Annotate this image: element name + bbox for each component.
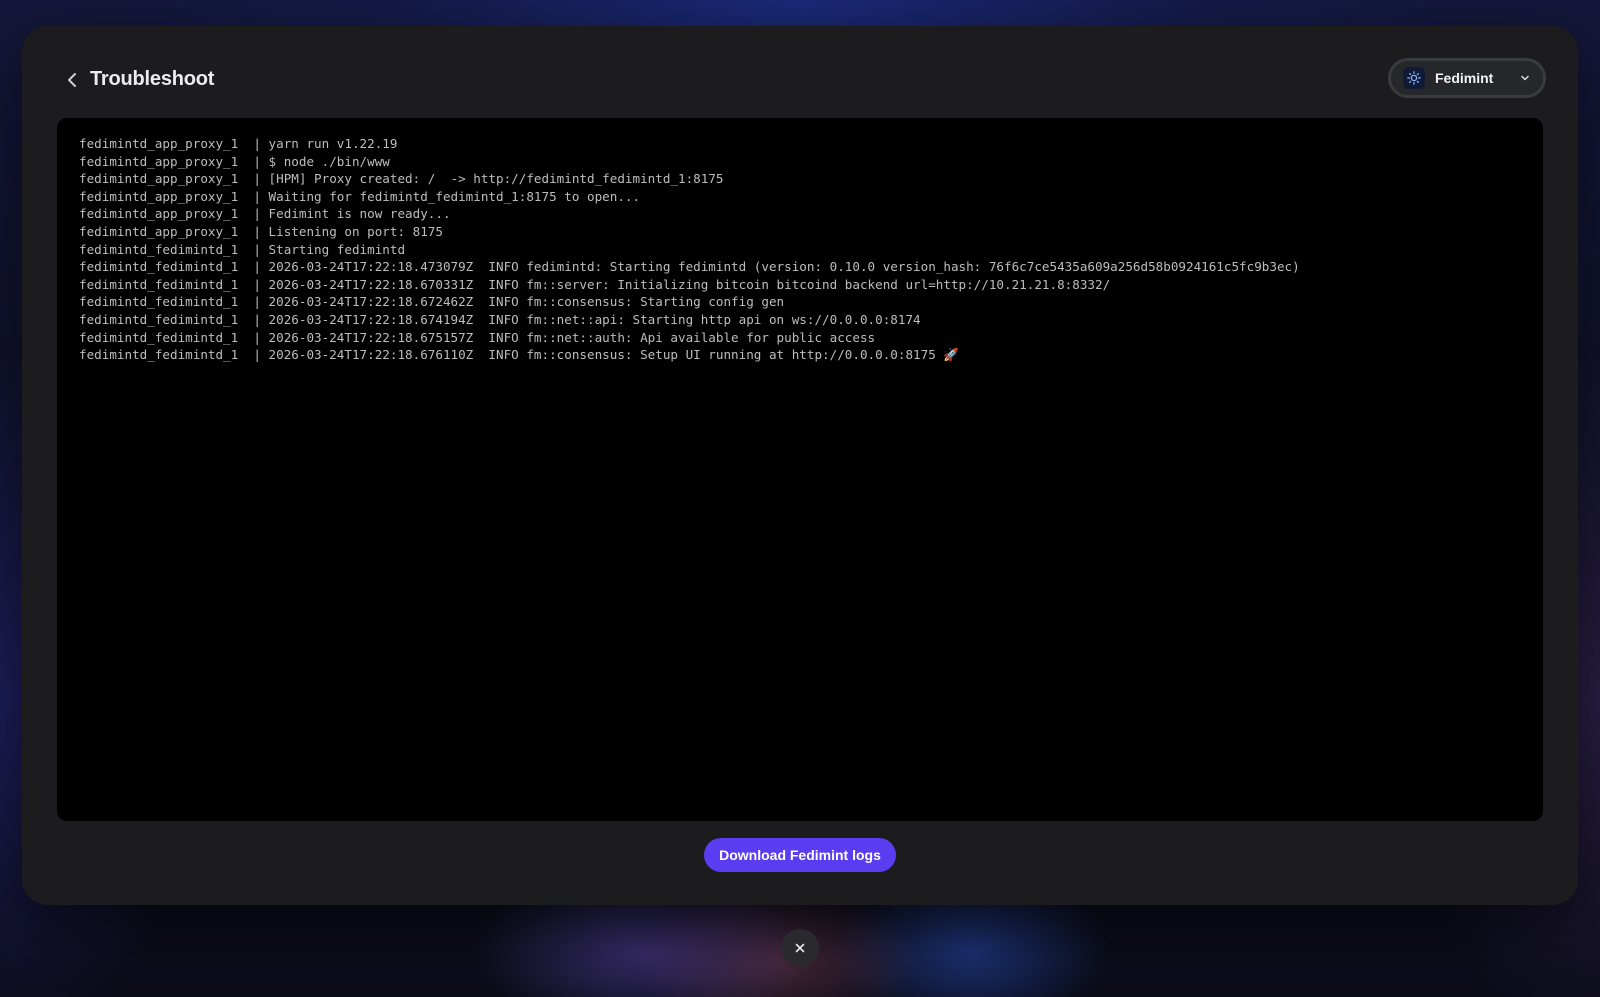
- dialog-header: Troubleshoot Fedimint: [22, 26, 1578, 118]
- log-line: fedimintd_fedimintd_1 | 2026-03-24T17:22…: [79, 276, 1111, 292]
- log-line: fedimintd_fedimintd_1 | 2026-03-24T17:22…: [79, 259, 1300, 275]
- log-line: fedimintd_app_proxy_1 | Listening on por…: [79, 223, 443, 239]
- log-line: fedimintd_app_proxy_1 | yarn run v1.22.1…: [79, 136, 398, 151]
- log-line: fedimintd_fedimintd_1 | 2026-03-24T17:22…: [79, 294, 785, 310]
- selected-app-label: Fedimint: [1435, 70, 1494, 86]
- close-button[interactable]: [781, 929, 819, 967]
- app-selector-dropdown[interactable]: Fedimint: [1388, 58, 1546, 98]
- chevron-left-icon[interactable]: [62, 69, 84, 91]
- page-title: Troubleshoot: [90, 68, 215, 90]
- log-output[interactable]: fedimintd_app_proxy_1 | yarn run v1.22.1…: [57, 118, 1543, 821]
- download-logs-button[interactable]: Download Fedimint logs: [704, 838, 896, 872]
- troubleshoot-dialog: Troubleshoot Fedimint fedimintd_app_prox…: [22, 26, 1578, 905]
- log-line: fedimintd_fedimintd_1 | 2026-03-24T17:22…: [79, 329, 876, 345]
- back-button[interactable]: Troubleshoot: [62, 68, 214, 91]
- chevron-down-icon: [1519, 72, 1531, 84]
- fedimint-icon: [1403, 67, 1425, 89]
- log-line: fedimintd_app_proxy_1 | [HPM] Proxy crea…: [79, 171, 724, 187]
- log-line: fedimintd_fedimintd_1 | 2026-03-24T17:22…: [79, 347, 960, 363]
- close-icon[interactable]: [794, 942, 806, 954]
- log-line: fedimintd_fedimintd_1 | 2026-03-24T17:22…: [79, 311, 921, 327]
- log-line: fedimintd_app_proxy_1 | $ node ./bin/www: [79, 153, 390, 169]
- log-line: fedimintd_app_proxy_1 | Waiting for fedi…: [79, 188, 641, 204]
- log-line: fedimintd_fedimintd_1 | Starting fedimin…: [79, 241, 406, 257]
- log-line: fedimintd_app_proxy_1 | Fedimint is now …: [79, 206, 451, 222]
